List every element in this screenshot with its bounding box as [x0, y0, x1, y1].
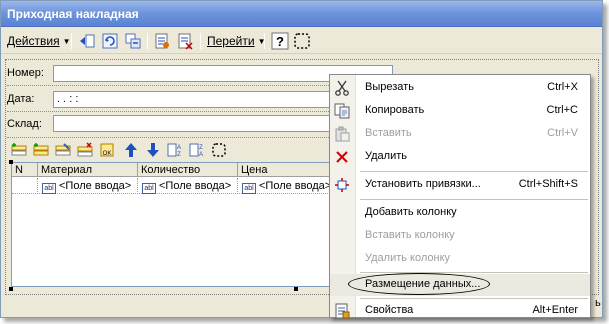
svg-text:Z: Z — [199, 145, 203, 151]
navigate-menu-label: Перейти — [207, 34, 255, 48]
actions-menu-label: Действия — [7, 34, 60, 48]
text-field-icon: abl — [142, 183, 156, 194]
toolbar-separator — [264, 33, 265, 49]
scissors-icon — [335, 80, 349, 96]
refresh-icon[interactable] — [101, 32, 119, 50]
delete-icon — [336, 151, 348, 163]
menu-item-label: Установить привязки... — [365, 178, 481, 190]
menu-item-label: Вставить колонку — [365, 229, 455, 241]
menu-item-shortcut: Ctrl+X — [547, 81, 578, 93]
menu-item-label: Удалить — [365, 150, 407, 162]
copy-icon — [334, 103, 350, 119]
menu-separator — [360, 199, 588, 200]
warehouse-label: Склад: — [7, 118, 42, 130]
structure-icon[interactable] — [124, 32, 142, 50]
anchors-icon — [335, 178, 349, 192]
move-up-icon[interactable] — [123, 142, 139, 158]
delete-row-icon[interactable] — [77, 142, 93, 158]
table-cell[interactable]: abl <Поле ввода> — [38, 178, 138, 194]
customize-icon[interactable] — [211, 142, 227, 158]
text-field-icon: abl — [242, 183, 256, 194]
sort-descending-icon[interactable]: Z A — [189, 142, 205, 158]
dropdown-arrow-icon: ▼ — [62, 37, 71, 46]
toolbar-separator — [147, 33, 148, 49]
add-row-icon[interactable] — [11, 142, 27, 158]
menu-item-set-anchors[interactable]: Установить привязки... Ctrl+Shift+S — [330, 174, 590, 196]
menu-item-shortcut: Alt+Enter — [532, 304, 578, 316]
move-left-icon[interactable] — [78, 32, 96, 50]
partial-label: ь — [595, 297, 601, 309]
text-field-icon: abl — [42, 183, 56, 194]
copy-row-icon[interactable] — [33, 142, 49, 158]
menu-item-label: Копировать — [365, 104, 425, 116]
menu-item-label: Вырезать — [365, 81, 414, 93]
unpost-document-icon[interactable] — [176, 32, 194, 50]
date-field[interactable]: . . : : — [53, 91, 333, 108]
post-document-icon[interactable] — [153, 32, 171, 50]
end-edit-icon[interactable]: OK — [99, 142, 115, 158]
highlight-oval-annotation — [348, 273, 490, 295]
items-table[interactable]: N Материал Количество Цена abl <Поле ввод… — [11, 162, 351, 287]
customize-icon[interactable] — [293, 32, 311, 50]
menu-item-shortcut: Ctrl+V — [547, 127, 578, 139]
main-toolbar: Действия ▼ Перейти ▼ ? — [1, 28, 602, 54]
svg-text:?: ? — [276, 34, 284, 49]
menu-item-properties[interactable]: Свойства Alt+Enter — [330, 300, 590, 322]
menu-item-delete[interactable]: Удалить — [330, 146, 590, 168]
table-cell[interactable]: abl <Поле ввода> — [138, 178, 238, 194]
edit-row-icon[interactable] — [55, 142, 71, 158]
svg-text:OK: OK — [103, 151, 112, 157]
toolbar-separator — [200, 33, 201, 49]
menu-item-label: Удалить колонку — [365, 252, 451, 264]
paste-icon — [335, 126, 350, 142]
menu-item-delete-column[interactable]: Удалить колонку — [330, 248, 590, 270]
resize-handle[interactable] — [294, 287, 298, 291]
move-down-icon[interactable] — [145, 142, 161, 158]
title-bar[interactable]: Приходная накладная — [1, 1, 602, 27]
menu-item-copy[interactable]: Копировать Ctrl+C — [330, 100, 590, 122]
sort-ascending-icon[interactable]: A Z — [167, 142, 183, 158]
menu-separator — [360, 171, 588, 172]
table-header: N Материал Количество Цена — [12, 163, 351, 177]
cell-text: <Поле ввода> — [59, 180, 132, 192]
menu-item-label: Свойства — [365, 304, 414, 316]
column-header[interactable]: Количество — [138, 163, 238, 177]
menu-item-label: Вставить — [365, 127, 412, 139]
date-label: Дата: — [7, 93, 35, 105]
navigate-menu[interactable]: Перейти ▼ — [207, 34, 265, 48]
cell-text: <Поле ввода> — [159, 180, 232, 192]
number-label: Номер: — [7, 67, 44, 79]
row-number-cell — [12, 178, 38, 194]
window-title: Приходная накладная — [7, 7, 139, 21]
svg-text:Z: Z — [177, 152, 181, 158]
menu-separator — [360, 298, 588, 299]
menu-item-add-column[interactable]: Добавить колонку — [330, 202, 590, 224]
properties-icon — [335, 303, 350, 319]
warehouse-field[interactable] — [53, 115, 333, 132]
resize-handle[interactable] — [9, 287, 13, 291]
column-header[interactable]: Материал — [38, 163, 138, 177]
toolbar-separator — [71, 33, 72, 49]
menu-item-insert-column[interactable]: Вставить колонку — [330, 225, 590, 247]
svg-text:A: A — [199, 152, 203, 158]
svg-text:A: A — [177, 145, 181, 151]
resize-handle[interactable] — [9, 160, 13, 164]
help-icon[interactable]: ? — [271, 32, 289, 50]
menu-item-shortcut: Ctrl+C — [546, 104, 578, 116]
menu-item-label: Добавить колонку — [365, 206, 457, 218]
actions-menu[interactable]: Действия ▼ — [7, 34, 71, 48]
table-row: abl <Поле ввода> abl <Поле ввода> abl <Поле… — [12, 178, 351, 194]
column-header[interactable]: N — [12, 163, 38, 177]
menu-item-paste[interactable]: Вставить Ctrl+V — [330, 123, 590, 145]
cell-text: <Поле ввода> — [259, 180, 332, 192]
menu-item-shortcut: Ctrl+Shift+S — [518, 178, 578, 190]
menu-item-cut[interactable]: Вырезать Ctrl+X — [330, 77, 590, 99]
